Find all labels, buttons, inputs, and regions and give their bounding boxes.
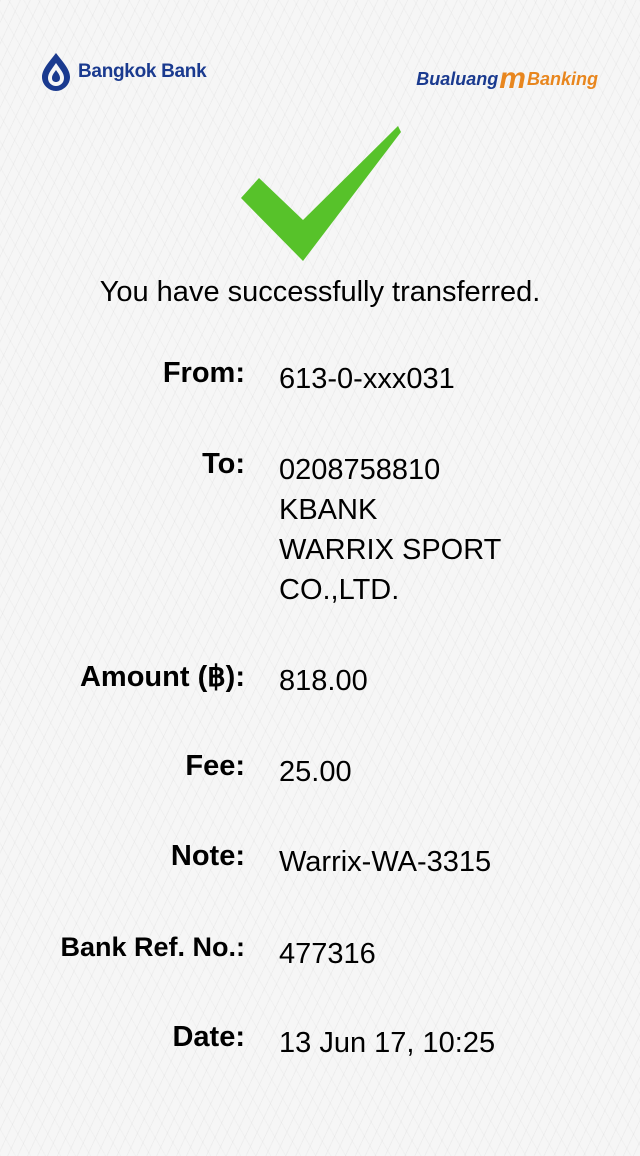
to-name-line-2: CO.,LTD. (279, 574, 400, 606)
date-value: 13 Jun 17, 10:25 (279, 1027, 496, 1059)
amount-value: 818.00 (279, 665, 368, 697)
note-label: Note: (170, 840, 245, 872)
from-value: 613-0-xxx031 (279, 363, 455, 395)
bualuang-mbanking-logo: Bualuang m Banking (416, 62, 598, 96)
fee-value: 25.00 (279, 756, 352, 788)
bualuang-wordmark: Bualuang (416, 68, 499, 89)
to-bank: KBANK (279, 494, 378, 526)
bangkok-bank-wordmark: Bangkok Bank (78, 61, 207, 82)
banking-wordmark: Banking (526, 68, 598, 89)
to-account-number: 0208758810 (279, 454, 441, 486)
fee-label: Fee: (185, 750, 245, 782)
success-message: You have successfully transferred. (99, 276, 541, 308)
to-label: To: (202, 448, 245, 480)
note-value: Warrix-WA-3315 (279, 846, 492, 878)
m-logo-glyph: m (499, 62, 526, 95)
bank-ref-label: Bank Ref. No.: (60, 932, 245, 962)
amount-label: Amount (฿): (79, 661, 245, 693)
to-name-line-1: WARRIX SPORT (279, 534, 502, 566)
bangkok-bank-logo: Bangkok Bank (40, 52, 207, 92)
from-label: From: (162, 357, 245, 389)
to-value: 0208758810 KBANK WARRIX SPORT CO.,LTD. (279, 450, 501, 610)
bank-ref-value: 477316 (279, 938, 376, 970)
date-label: Date: (172, 1021, 245, 1053)
checkmark-icon (241, 126, 401, 261)
bangkok-bank-emblem-icon (42, 53, 70, 91)
